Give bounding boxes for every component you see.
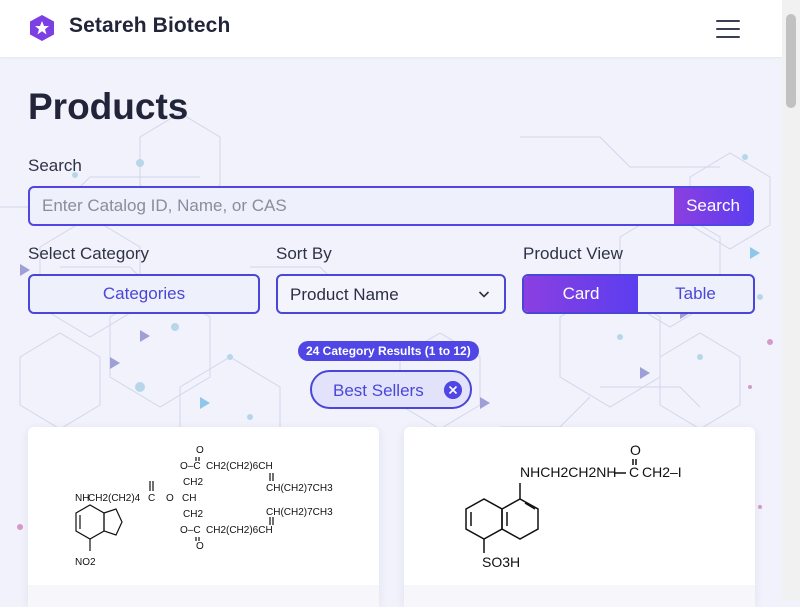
- brand-name[interactable]: Setareh Biotech: [69, 14, 230, 38]
- structure-so3h-label: SO3H: [482, 554, 520, 570]
- structure-ch2-bottom: CH2: [183, 509, 203, 520]
- sort-selected-value: Product Name: [290, 285, 399, 304]
- structure-tail-top: CH2(CH2)6CH: [206, 461, 273, 472]
- structure-ch-label: CH: [182, 493, 196, 504]
- structure-tail-bottom: CH2(CH2)6CH: [206, 525, 273, 536]
- structure-oc-top: O–C: [180, 461, 201, 472]
- hexagon-star-logo[interactable]: [28, 14, 56, 42]
- card-footer: [404, 585, 755, 607]
- structure-ch2-top: CH2: [183, 477, 203, 488]
- search-input[interactable]: [30, 188, 674, 224]
- categories-button[interactable]: Categories: [28, 274, 260, 314]
- structure-c-label: C: [629, 464, 639, 480]
- chevron-down-icon: [478, 291, 490, 298]
- search-label: Search: [28, 156, 82, 175]
- structure-chain-label: CH2(CH2)4: [88, 493, 141, 504]
- top-navbar: Setareh Biotech: [0, 0, 782, 57]
- product-view-toggle: Card Table: [522, 274, 755, 314]
- structure-o-label: O: [166, 493, 174, 504]
- hamburger-menu-icon[interactable]: [714, 18, 742, 40]
- structure-ch3-bottom: CH(CH2)7CH3: [266, 507, 333, 518]
- chemical-structure-image: NH CH2(CH2)4 C O CH CH2 CH2 O–C O–C O O …: [75, 445, 333, 568]
- card-footer: [28, 585, 379, 607]
- page-title: Products: [28, 86, 189, 127]
- close-circle-icon[interactable]: [444, 381, 462, 399]
- structure-amine-label: NHCH2CH2NH: [520, 464, 616, 480]
- view-card-option[interactable]: Card: [524, 276, 638, 312]
- structure-no2-label: NO2: [75, 557, 96, 568]
- structure-ch3-top: CH(CH2)7CH3: [266, 483, 333, 494]
- category-label: Select Category: [28, 244, 149, 263]
- structure-o-top: O: [196, 445, 204, 456]
- structure-o-label: O: [630, 442, 641, 458]
- search-bar: Search: [28, 186, 754, 226]
- product-card[interactable]: NH CH2(CH2)4 C O CH CH2 CH2 O–C O–C O O …: [28, 427, 379, 607]
- view-table-option[interactable]: Table: [638, 276, 753, 312]
- structure-c-label: C: [148, 493, 155, 504]
- filter-chip-best-sellers[interactable]: Best Sellers: [310, 370, 472, 409]
- search-button[interactable]: Search: [674, 188, 752, 224]
- structure-oc-bottom: O–C: [180, 525, 201, 536]
- structure-o-bottom: O: [196, 541, 204, 552]
- results-count-badge: 24 Category Results (1 to 12): [298, 341, 479, 361]
- sort-label: Sort By: [276, 244, 332, 263]
- chemical-structure-image: NHCH2CH2NH C O CH2–I SO3H: [465, 442, 682, 570]
- view-label: Product View: [523, 244, 623, 263]
- scrollbar-thumb[interactable]: [786, 14, 796, 108]
- sort-select[interactable]: Product Name: [276, 274, 506, 314]
- structure-ch2i-label: CH2–I: [642, 464, 682, 480]
- product-card[interactable]: NHCH2CH2NH C O CH2–I SO3H: [404, 427, 755, 607]
- filter-chip-label: Best Sellers: [333, 381, 424, 400]
